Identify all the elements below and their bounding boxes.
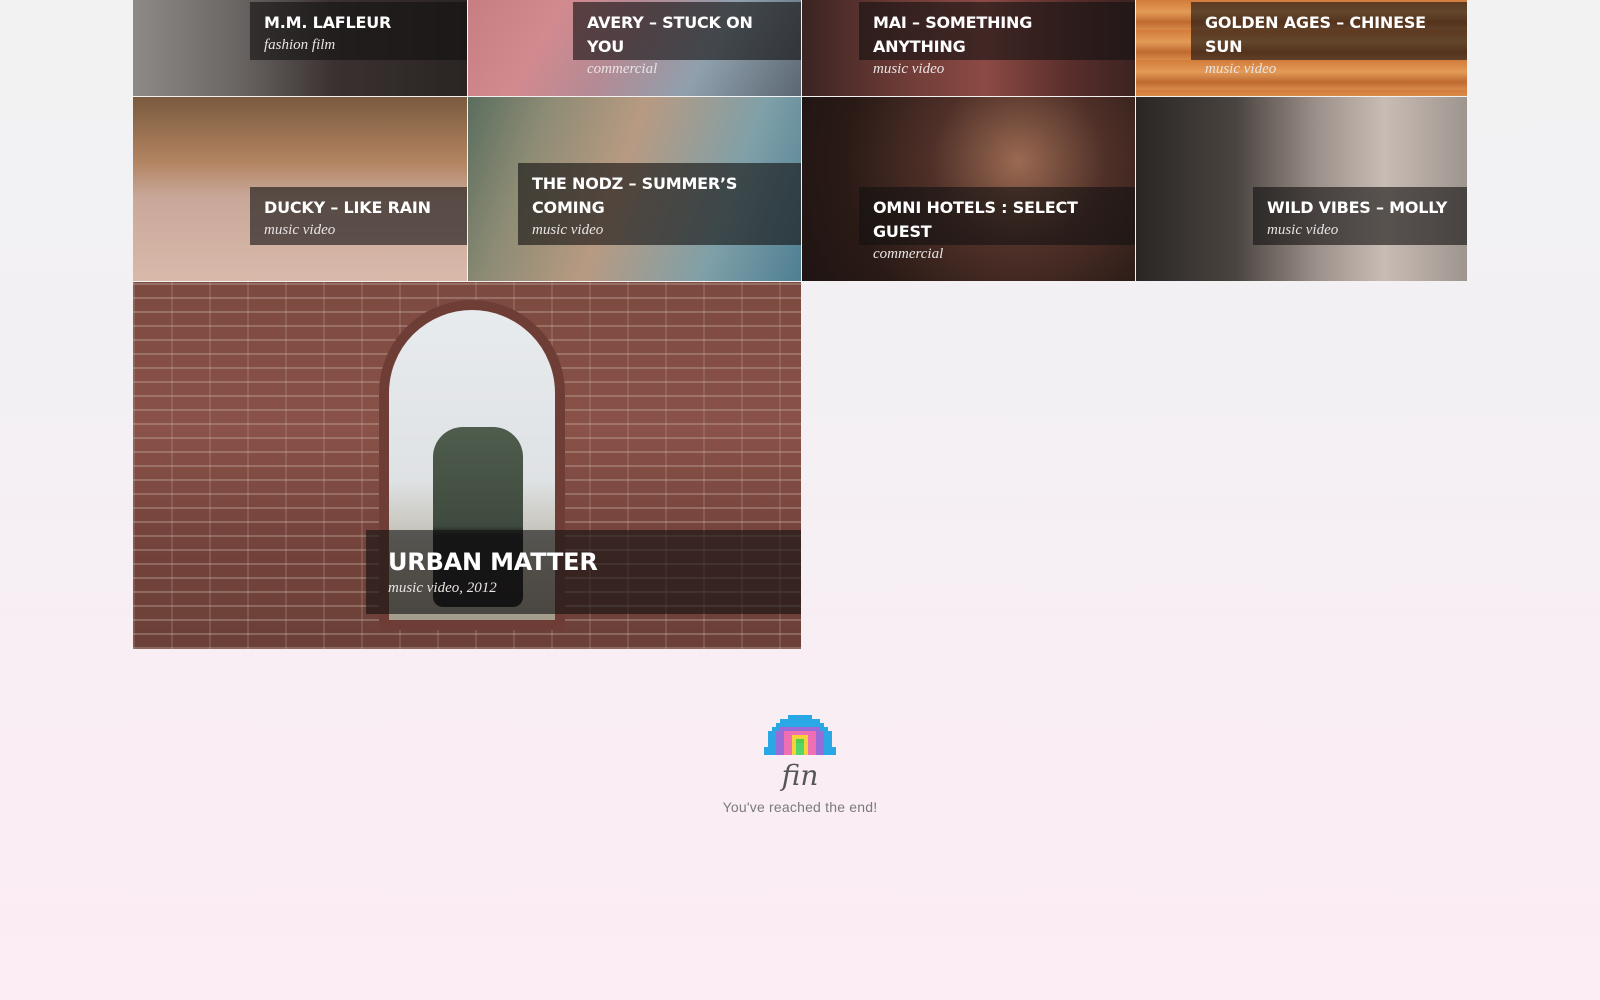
tile-title: WILD VIBES – MOLLY	[1267, 198, 1448, 217]
project-tile-omni-hotels[interactable]: OMNI HOTELS : SELECT GUEST commercial	[802, 97, 1135, 281]
project-tile-ducky[interactable]: DUCKY – LIKE RAIN music video	[133, 97, 467, 281]
project-tile-mm-lafleur[interactable]: M.M. LAFLEUR fashion film	[133, 0, 467, 96]
tile-caption: DUCKY – LIKE RAIN music video	[250, 187, 467, 245]
tile-title: OMNI HOTELS : SELECT GUEST	[873, 198, 1078, 241]
tile-caption: THE NODZ – SUMMER’S COMING music video	[518, 163, 801, 245]
tile-title: AVERY – STUCK ON YOU	[587, 13, 753, 56]
tile-caption: GOLDEN AGES – CHINESE SUN music video	[1191, 2, 1467, 77]
tile-caption: OMNI HOTELS : SELECT GUEST commercial	[859, 187, 1135, 262]
tile-caption: M.M. LAFLEUR fashion film	[250, 2, 467, 60]
project-tile-golden-ages[interactable]: GOLDEN AGES – CHINESE SUN music video	[1136, 0, 1467, 96]
tile-category: music video	[1267, 222, 1339, 238]
tile-caption: WILD VIBES – MOLLY music video	[1253, 187, 1467, 245]
tile-title: MAI – SOMETHING ANYTHING	[873, 13, 1033, 56]
fin-label: fin	[781, 759, 819, 792]
tile-title: THE NODZ – SUMMER’S COMING	[532, 174, 738, 217]
tile-title: DUCKY – LIKE RAIN	[264, 198, 431, 217]
project-tile-avery[interactable]: AVERY – STUCK ON YOU commercial	[468, 0, 801, 96]
end-message: You've reached the end!	[722, 799, 878, 815]
tile-caption: AVERY – STUCK ON YOU commercial	[573, 2, 801, 77]
project-tile-the-nodz[interactable]: THE NODZ – SUMMER’S COMING music video	[468, 97, 801, 281]
tile-caption: MAI – SOMETHING ANYTHING music video	[859, 2, 1135, 77]
project-tile-urban-matter[interactable]: URBAN MATTER music video, 2012	[133, 282, 801, 649]
tile-category: music video	[264, 222, 336, 238]
tile-title: M.M. LAFLEUR	[264, 13, 392, 32]
tile-category: commercial	[873, 246, 944, 262]
tile-category: music video	[873, 61, 945, 77]
tile-category: music video	[1205, 61, 1277, 77]
rainbow-icon	[764, 715, 836, 755]
tile-title: GOLDEN AGES – CHINESE SUN	[1205, 13, 1426, 56]
tile-category: commercial	[587, 61, 658, 77]
tile-category: music video	[532, 222, 604, 238]
project-tile-wild-vibes[interactable]: WILD VIBES – MOLLY music video	[1136, 97, 1467, 281]
tile-category: fashion film	[264, 37, 336, 53]
tile-caption: URBAN MATTER music video, 2012	[366, 530, 801, 614]
end-of-list-footer: fin You've reached the end!	[700, 715, 900, 815]
tile-title: URBAN MATTER	[388, 548, 598, 576]
tile-category: music video, 2012	[388, 580, 497, 596]
project-tile-mai[interactable]: MAI – SOMETHING ANYTHING music video	[802, 0, 1135, 96]
